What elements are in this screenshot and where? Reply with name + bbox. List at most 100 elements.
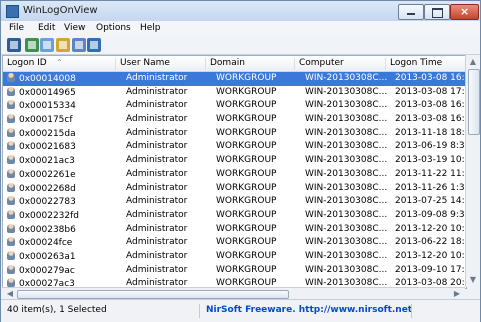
- user-icon: [7, 86, 15, 96]
- nirsoft-link[interactable]: NirSoft Freeware. http://www.nirsoft.net: [206, 305, 412, 315]
- copy-icon[interactable]: [40, 38, 54, 52]
- menu-view[interactable]: View: [64, 23, 85, 33]
- logon-id-text: 0x00021ac3: [19, 156, 75, 167]
- logon-id-cell: 0x0002261e: [7, 168, 114, 180]
- logon-id-cell: 0x000238b6: [7, 223, 114, 235]
- logon-time-cell: 2013-12-20 10:: [395, 250, 465, 261]
- computer-cell: WIN-20130308C...: [305, 237, 388, 248]
- logon-id-cell: 0x000279ac: [7, 264, 114, 276]
- logon-id-text: 0x00022783: [19, 197, 76, 208]
- table-row[interactable]: 0x000175cf Administrator WORKGROUP WIN-2…: [3, 113, 466, 127]
- logon-id-text: 0x000263a1: [19, 251, 76, 262]
- domain-cell: WORKGROUP: [216, 196, 277, 207]
- exit-icon[interactable]: [87, 38, 101, 52]
- refresh-icon[interactable]: [25, 38, 39, 52]
- logon-id-text: 0x000238b6: [19, 224, 76, 235]
- table-row[interactable]: 0x00022783 Administrator WORKGROUP WIN-2…: [3, 195, 466, 209]
- vertical-scrollbar[interactable]: ▲ ▼: [465, 55, 480, 287]
- column-header-user-name[interactable]: User Name: [116, 58, 206, 70]
- logon-id-cell: 0x00014008: [7, 73, 114, 84]
- logon-id-cell: 0x000175cf: [7, 114, 114, 125]
- computer-cell: WIN-20130308C...: [305, 196, 388, 207]
- table-row[interactable]: 0x00021ac3 Administrator WORKGROUP WIN-2…: [3, 154, 466, 168]
- logon-id-text: 0x00024fce: [19, 238, 73, 249]
- save-icon[interactable]: [7, 38, 21, 52]
- domain-cell: WORKGROUP: [216, 86, 277, 97]
- logon-time-cell: 2013-03-08 17:: [395, 86, 465, 97]
- user-icon: [7, 155, 15, 165]
- table-row[interactable]: 0x00014965 Administrator WORKGROUP WIN-2…: [3, 86, 466, 100]
- table-row[interactable]: 0x00024fce Administrator WORKGROUP WIN-2…: [3, 236, 466, 250]
- computer-cell: WIN-20130308C...: [305, 250, 388, 261]
- menu-help[interactable]: Help: [140, 23, 161, 33]
- column-header-computer[interactable]: Computer: [295, 58, 386, 70]
- column-header-domain[interactable]: Domain: [206, 58, 295, 70]
- logon-time-cell: 2013-09-08 9:3: [395, 209, 465, 220]
- user-icon: [7, 127, 15, 137]
- scroll-right-icon[interactable]: ▶: [451, 288, 463, 299]
- menu-options[interactable]: Options: [96, 23, 131, 33]
- logon-time-cell: 2013-03-08 16:: [395, 100, 465, 111]
- properties-icon[interactable]: [56, 38, 70, 52]
- maximize-icon: [432, 8, 443, 18]
- menu-edit[interactable]: Edit: [38, 23, 55, 33]
- maximize-button[interactable]: [424, 4, 450, 20]
- logon-time-cell: 2013-06-22 18:: [395, 237, 465, 248]
- user-name-cell: Administrator: [126, 127, 188, 138]
- user-name-cell: Administrator: [126, 141, 188, 152]
- computer-cell: WIN-20130308C...: [305, 182, 388, 193]
- computer-cell: WIN-20130308C...: [305, 100, 388, 111]
- logon-id-text: 0x0002268d: [19, 183, 76, 194]
- user-name-cell: Administrator: [126, 209, 188, 220]
- logon-id-text: 0x000175cf: [19, 115, 73, 126]
- table-row[interactable]: 0x0002268d Administrator WORKGROUP WIN-2…: [3, 182, 466, 196]
- application-window: WinLogOnView × File Edit View Options He…: [0, 0, 481, 322]
- table-row[interactable]: 0x00021683 Administrator WORKGROUP WIN-2…: [3, 140, 466, 154]
- minimize-button[interactable]: [398, 4, 424, 20]
- horizontal-scroll-thumb[interactable]: [17, 290, 289, 299]
- logon-id-cell: 0x00022783: [7, 196, 114, 207]
- vertical-scroll-thumb[interactable]: [468, 69, 480, 135]
- html-report-icon[interactable]: [72, 38, 86, 52]
- logon-time-cell: 2013-11-26 1:3: [395, 182, 465, 193]
- user-icon: [7, 223, 15, 233]
- table-row[interactable]: 0x00014008 Administrator WORKGROUP WIN-2…: [3, 72, 466, 86]
- table-row[interactable]: 0x00015334 Administrator WORKGROUP WIN-2…: [3, 99, 466, 113]
- user-name-cell: Administrator: [126, 100, 188, 111]
- close-button[interactable]: ×: [450, 4, 479, 20]
- domain-cell: WORKGROUP: [216, 141, 277, 152]
- selection-status: 40 item(s), 1 Selected: [7, 305, 107, 315]
- user-name-cell: Administrator: [126, 196, 188, 207]
- domain-cell: WORKGROUP: [216, 168, 277, 179]
- scroll-down-icon[interactable]: ▼: [468, 275, 478, 285]
- logon-time-cell: 2013-03-08 16:: [395, 114, 465, 125]
- user-icon: [7, 250, 15, 260]
- logon-time-cell: 2013-03-19 10:: [395, 155, 465, 166]
- scroll-left-icon[interactable]: ◀: [4, 288, 16, 299]
- user-name-cell: Administrator: [126, 223, 188, 234]
- domain-cell: WORKGROUP: [216, 237, 277, 248]
- table-body: 0x00014008 Administrator WORKGROUP WIN-2…: [3, 72, 466, 288]
- logon-id-cell: 0x00015334: [7, 100, 114, 111]
- table-row[interactable]: 0x000215da Administrator WORKGROUP WIN-2…: [3, 127, 466, 141]
- logon-id-text: 0x000215da: [19, 128, 76, 139]
- minimize-icon: [407, 13, 415, 15]
- logon-id-cell: 0x0002232fd: [7, 209, 114, 221]
- user-name-cell: Administrator: [126, 250, 188, 261]
- domain-cell: WORKGROUP: [216, 114, 277, 125]
- table-row[interactable]: 0x0002232fd Administrator WORKGROUP WIN-…: [3, 209, 466, 223]
- menu-file[interactable]: File: [9, 23, 24, 33]
- table-row[interactable]: 0x000263a1 Administrator WORKGROUP WIN-2…: [3, 250, 466, 264]
- scroll-up-icon[interactable]: ▲: [468, 57, 478, 67]
- table-row[interactable]: 0x000238b6 Administrator WORKGROUP WIN-2…: [3, 223, 466, 237]
- column-header-logon-time[interactable]: Logon Time: [386, 58, 466, 70]
- computer-cell: WIN-20130308C...: [305, 209, 388, 220]
- logon-table: Logon ID ⌃ User Name Domain Computer Log…: [2, 55, 467, 289]
- table-row[interactable]: 0x000279ac Administrator WORKGROUP WIN-2…: [3, 264, 466, 278]
- horizontal-scrollbar[interactable]: ◀ ▶: [2, 287, 465, 299]
- table-row[interactable]: 0x0002261e Administrator WORKGROUP WIN-2…: [3, 168, 466, 182]
- logon-id-cell: 0x0002268d: [7, 182, 114, 194]
- user-icon: [7, 237, 15, 247]
- user-icon: [7, 114, 15, 124]
- user-name-cell: Administrator: [126, 155, 188, 166]
